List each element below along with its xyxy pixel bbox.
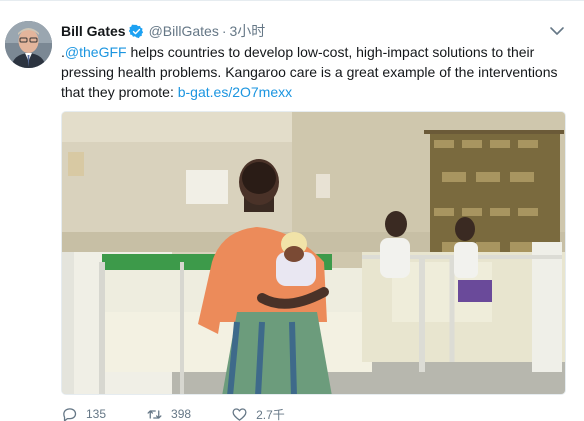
tweet-header: Bill Gates @BillGates · 3小时 xyxy=(61,20,265,42)
mention-link[interactable]: @theGFF xyxy=(65,44,127,60)
separator-dot: · xyxy=(221,23,227,39)
tweet-text: .@theGFF helps countries to develop low-… xyxy=(61,42,561,102)
tweet-photo[interactable] xyxy=(61,111,566,395)
reply-icon xyxy=(63,407,77,421)
chevron-down-icon[interactable] xyxy=(549,24,565,36)
tweet: Bill Gates @BillGates · 3小时 .@theGFF hel… xyxy=(0,0,584,421)
like-count: 2.7千 xyxy=(256,407,285,421)
retweet-button[interactable]: 398 xyxy=(146,406,191,421)
reply-button[interactable]: 135 xyxy=(61,406,106,421)
like-button[interactable]: 2.7千 xyxy=(231,406,285,421)
avatar[interactable] xyxy=(5,21,52,68)
avatar-image xyxy=(5,21,52,68)
verified-badge-icon xyxy=(128,24,144,39)
heart-icon xyxy=(232,407,247,421)
author-handle[interactable]: @BillGates xyxy=(149,23,219,39)
retweet-count: 398 xyxy=(171,407,192,421)
reply-count: 135 xyxy=(86,407,107,421)
tweet-actions: 135 398 2.7千 xyxy=(61,405,325,421)
url-link[interactable]: b-gat.es/2O7mexx xyxy=(178,84,292,100)
retweet-icon xyxy=(147,409,162,419)
author-name[interactable]: Bill Gates xyxy=(61,23,126,39)
tweet-timestamp[interactable]: 3小时 xyxy=(230,21,266,41)
ward-photo-image xyxy=(62,112,565,394)
text-body: helps countries to develop low-cost, hig… xyxy=(61,44,558,100)
